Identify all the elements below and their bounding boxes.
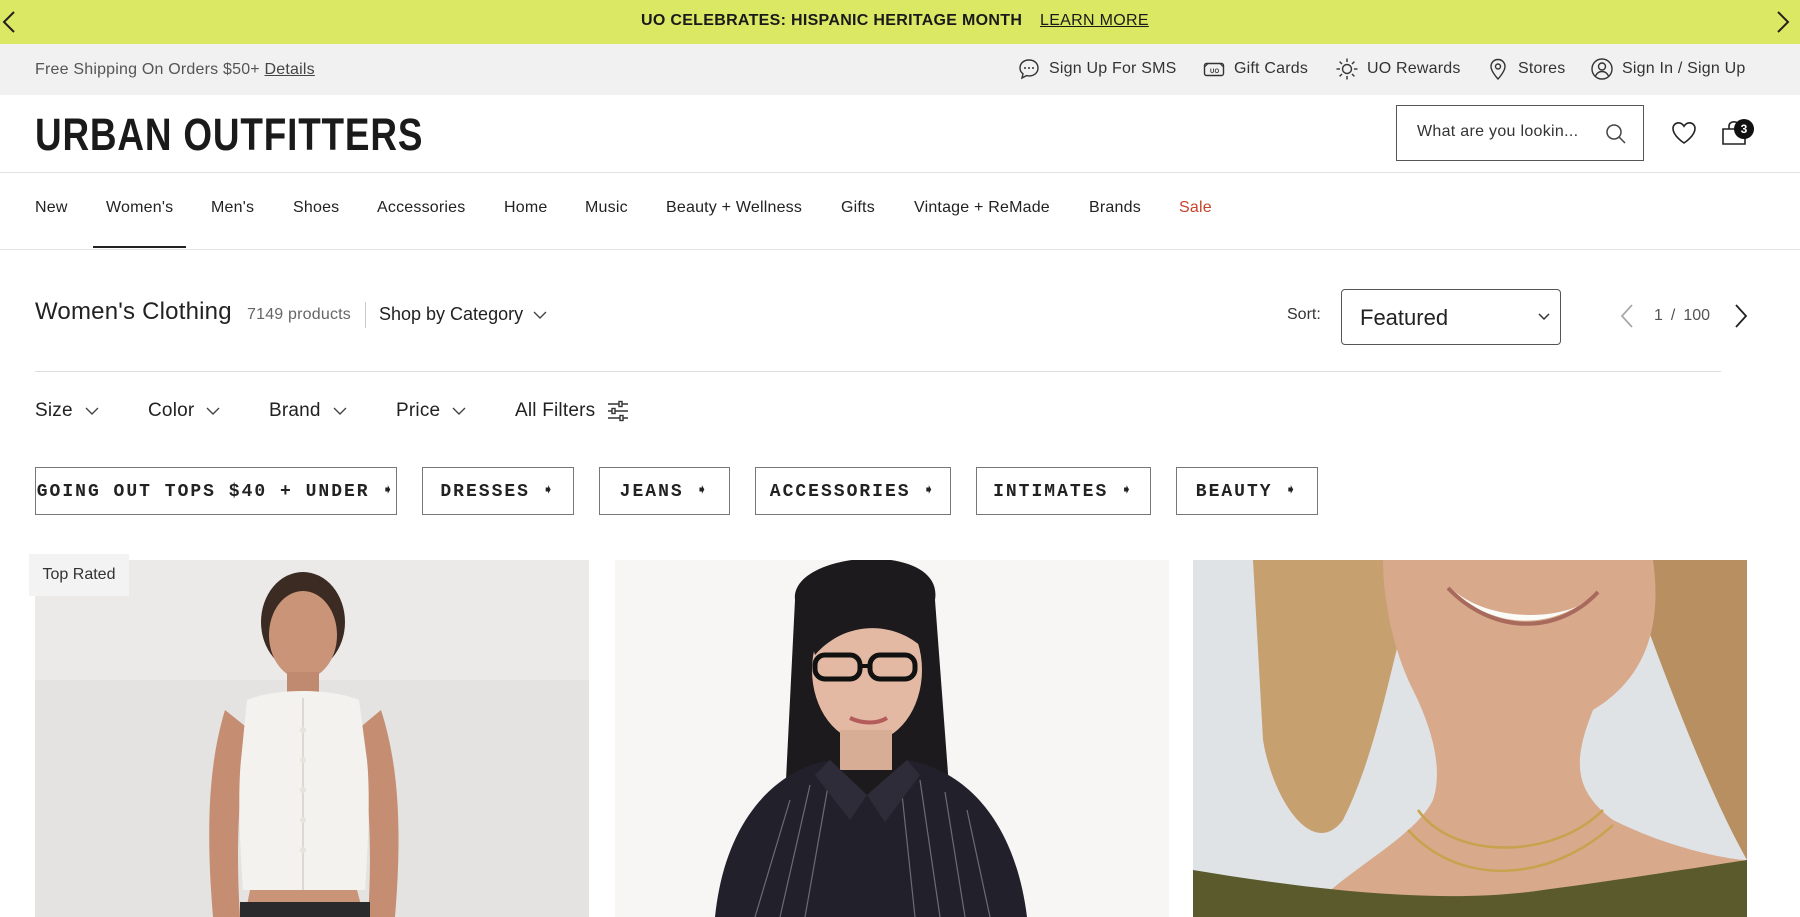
- site-header: URBAN OUTFITTERS: [0, 95, 1800, 173]
- filter-color[interactable]: Color: [148, 400, 220, 422]
- nav-shoes[interactable]: Shoes: [293, 199, 339, 217]
- nav-sale[interactable]: Sale: [1179, 199, 1212, 217]
- sort-value: Featured: [1360, 305, 1449, 330]
- chevron-down-icon: [333, 407, 347, 415]
- nav-new[interactable]: New: [35, 199, 68, 217]
- sms-signup-link[interactable]: Sign Up For SMS: [1017, 57, 1176, 81]
- filter-brand[interactable]: Brand: [269, 400, 347, 422]
- chevron-down-icon: [1538, 313, 1550, 321]
- chip-beauty[interactable]: BEAUTY ➧: [1176, 467, 1318, 515]
- chat-icon: [1019, 59, 1039, 80]
- product-image: [35, 560, 589, 917]
- nav-vintage-remade[interactable]: Vintage + ReMade: [914, 199, 1050, 217]
- page-title: Women's Clothing: [35, 298, 232, 325]
- stores-link[interactable]: Stores: [1486, 57, 1565, 81]
- sort-label: Sort:: [1287, 306, 1321, 323]
- shipping-message: Free Shipping On Orders $50+ Details: [35, 61, 315, 79]
- divider: [365, 302, 366, 328]
- shop-by-category-dropdown[interactable]: Shop by Category: [379, 304, 547, 325]
- page-total: 100: [1683, 307, 1711, 324]
- sun-icon: [1336, 58, 1358, 80]
- chevron-down-icon: [85, 407, 99, 415]
- divider: [35, 371, 1721, 372]
- product-card[interactable]: [35, 560, 589, 917]
- gift-cards-link[interactable]: UO Gift Cards: [1202, 57, 1308, 81]
- product-image: [1193, 560, 1747, 917]
- chevron-down-icon: [452, 407, 466, 415]
- page-current: 1: [1654, 307, 1663, 324]
- filter-color-label: Color: [148, 400, 195, 421]
- search-input[interactable]: [1415, 122, 1599, 142]
- chevron-down-icon: [533, 311, 547, 319]
- chip-jeans[interactable]: JEANS ➧: [599, 467, 730, 515]
- uo-rewards-label: UO Rewards: [1367, 60, 1461, 77]
- svg-text:UO: UO: [1210, 69, 1220, 75]
- chip-accessories[interactable]: ACCESSORIES ➧: [755, 467, 951, 515]
- details-link[interactable]: Details: [265, 61, 315, 78]
- shop-by-category-label: Shop by Category: [379, 304, 524, 324]
- uo-rewards-link[interactable]: UO Rewards: [1335, 57, 1461, 81]
- all-filters-label: All Filters: [515, 400, 596, 421]
- main-navigation: New Women's Men's Shoes Accessories Home…: [0, 172, 1800, 250]
- chip-dresses[interactable]: DRESSES ➧: [422, 467, 574, 515]
- promo-text: UO CELEBRATES: HISPANIC HERITAGE MONTH: [641, 12, 1023, 29]
- chevron-down-icon: [206, 407, 220, 415]
- nav-home[interactable]: Home: [504, 199, 547, 217]
- product-card[interactable]: [1193, 560, 1747, 917]
- learn-more-link[interactable]: LEARN MORE: [1040, 12, 1149, 30]
- heart-icon[interactable]: [1670, 119, 1698, 147]
- page-separator: /: [1670, 307, 1676, 324]
- search-box[interactable]: [1396, 105, 1644, 161]
- sign-in-link[interactable]: Sign In / Sign Up: [1590, 57, 1745, 81]
- location-pin-icon: [1490, 58, 1506, 81]
- gift-cards-label: Gift Cards: [1234, 60, 1309, 77]
- gift-card-icon: UO: [1203, 62, 1225, 77]
- search-icon[interactable]: [1605, 123, 1627, 145]
- filter-price[interactable]: Price: [396, 400, 466, 422]
- next-page-icon[interactable]: [1726, 300, 1754, 332]
- nav-mens[interactable]: Men's: [211, 199, 254, 217]
- top-rated-badge: Top Rated: [29, 554, 129, 596]
- filter-price-label: Price: [396, 400, 441, 421]
- active-nav-indicator: [93, 246, 186, 248]
- chevron-right-icon[interactable]: [1770, 8, 1796, 36]
- utility-bar: Free Shipping On Orders $50+ Details Sig…: [0, 44, 1800, 95]
- shipping-text: Free Shipping On Orders $50+: [35, 61, 260, 78]
- chip-going-out-tops[interactable]: GOING OUT TOPS $40 + UNDER ➧: [35, 467, 397, 515]
- nav-beauty-wellness[interactable]: Beauty + Wellness: [666, 199, 802, 217]
- user-icon: [1591, 58, 1613, 80]
- product-image: [615, 560, 1169, 917]
- nav-music[interactable]: Music: [585, 199, 628, 217]
- filter-size-label: Size: [35, 400, 73, 421]
- chevron-left-icon[interactable]: [0, 8, 26, 36]
- nav-womens[interactable]: Women's: [106, 199, 173, 217]
- sms-label: Sign Up For SMS: [1049, 60, 1177, 77]
- promo-bar: UO CELEBRATES: HISPANIC HERITAGE MONTH L…: [0, 0, 1800, 44]
- chip-intimates[interactable]: INTIMATES ➧: [976, 467, 1151, 515]
- nav-accessories[interactable]: Accessories: [377, 199, 465, 217]
- product-card[interactable]: [615, 560, 1169, 917]
- cart-count-badge: 3: [1734, 119, 1754, 139]
- sort-select[interactable]: Featured: [1341, 289, 1561, 345]
- nav-brands[interactable]: Brands: [1089, 199, 1141, 217]
- all-filters-button[interactable]: All Filters: [515, 400, 629, 422]
- sliders-icon: [608, 400, 629, 422]
- filter-size[interactable]: Size: [35, 400, 99, 422]
- pagination: 1 / 100: [1614, 300, 1754, 332]
- sign-in-label: Sign In / Sign Up: [1622, 60, 1746, 77]
- stores-label: Stores: [1518, 60, 1566, 77]
- prev-page-icon[interactable]: [1614, 300, 1642, 332]
- brand-logo[interactable]: URBAN OUTFITTERS: [35, 109, 423, 161]
- filter-brand-label: Brand: [269, 400, 321, 421]
- nav-gifts[interactable]: Gifts: [841, 199, 875, 217]
- product-count: 7149 products: [247, 306, 352, 323]
